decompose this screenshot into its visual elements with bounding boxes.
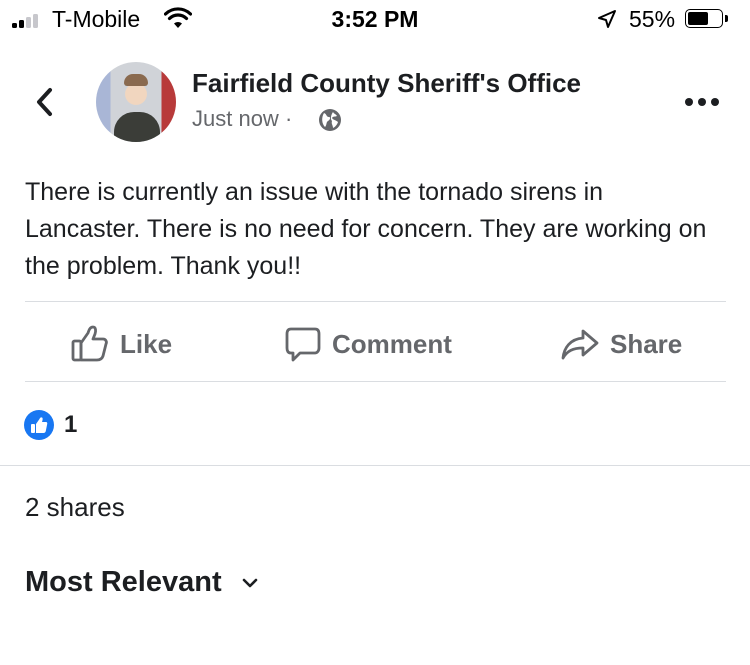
like-button[interactable]: Like: [70, 322, 172, 366]
meta-separator: ·: [284, 106, 293, 131]
reaction-count: 1: [64, 411, 78, 438]
post-meta: Just now ·: [192, 106, 292, 132]
battery-icon: [685, 9, 723, 28]
share-arrow-icon: [561, 329, 599, 360]
comment-button[interactable]: Comment: [284, 322, 452, 366]
page-avatar[interactable]: [96, 62, 176, 142]
like-label: Like: [120, 328, 173, 359]
divider: [0, 465, 750, 466]
comment-label: Comment: [332, 328, 452, 359]
battery-percent: 55%: [629, 6, 676, 32]
reactions-summary[interactable]: 1: [24, 410, 77, 440]
location-arrow-icon: [598, 10, 616, 28]
status-bar: T-Mobile 3:52 PM 55%: [0, 0, 750, 40]
sort-label: Most Relevant: [25, 566, 222, 598]
divider: [25, 381, 726, 382]
globe-icon: [319, 109, 341, 131]
like-reaction-icon: [24, 410, 54, 440]
back-button[interactable]: [30, 82, 64, 122]
thumbs-up-icon: [71, 325, 108, 362]
battery-tip: [725, 15, 728, 22]
comment-sort-selector[interactable]: Most Relevant: [25, 566, 258, 599]
shares-count[interactable]: 2 shares: [25, 492, 125, 523]
chevron-down-icon: [242, 578, 257, 587]
share-label: Share: [610, 328, 683, 359]
comment-bubble-icon: [285, 327, 321, 362]
more-options-button[interactable]: [684, 95, 720, 109]
divider: [25, 301, 726, 302]
post-timestamp[interactable]: Just now: [192, 106, 279, 131]
page-name[interactable]: Fairfield County Sheriff's Office: [192, 68, 581, 99]
post-body: There is currently an issue with the tor…: [25, 178, 707, 280]
share-button[interactable]: Share: [560, 322, 682, 366]
